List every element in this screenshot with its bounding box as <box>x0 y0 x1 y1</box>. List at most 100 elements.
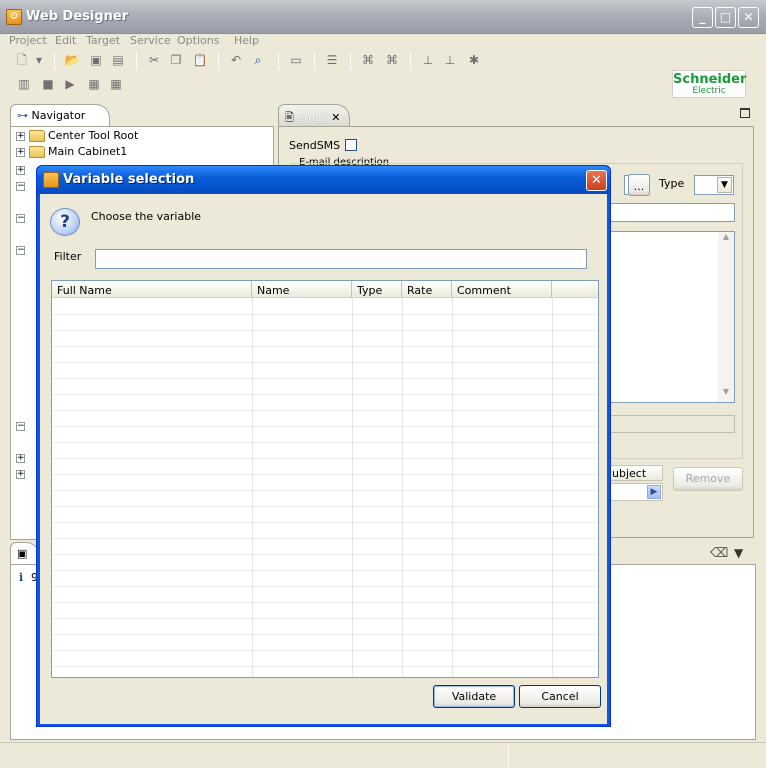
tree-collapse-partial[interactable]: − <box>16 243 29 256</box>
scrollbar[interactable]: ▲ ▼ <box>718 232 734 402</box>
binoculars-icon[interactable]: ⌕ <box>250 52 266 68</box>
chart-icon[interactable]: ▥ <box>16 76 32 92</box>
maximize-view-icon[interactable] <box>740 108 750 118</box>
tab-navigator[interactable]: ⊶ Navigator <box>10 104 110 126</box>
window-icon[interactable]: ▭ <box>288 52 304 68</box>
filter-input[interactable] <box>95 249 587 269</box>
network-alt-icon[interactable]: ⌘ <box>384 52 400 68</box>
status-bar <box>0 742 766 768</box>
type-select[interactable]: ▼ <box>694 175 734 195</box>
table-icon[interactable]: ▦ <box>108 76 124 92</box>
scroll-down-icon[interactable]: ▼ <box>718 387 734 402</box>
question-icon: ? <box>50 208 80 236</box>
scroll-right-icon[interactable]: ▶ <box>647 485 661 499</box>
table-column-line <box>402 298 403 677</box>
table-row-line <box>52 330 598 331</box>
table-row-line <box>52 506 598 507</box>
table-column-line <box>352 298 353 677</box>
attachments-list[interactable]: ▶ <box>609 483 663 501</box>
brand-name: Schneider <box>673 72 747 87</box>
scroll-up-icon[interactable]: ▲ <box>718 232 734 247</box>
filter-label: Filter <box>54 250 82 263</box>
tree-expand-partial[interactable]: + <box>16 163 29 176</box>
save-icon[interactable]: ▣ <box>88 52 104 68</box>
window-title: Web Designer <box>26 9 129 24</box>
open-folder-icon[interactable]: 📂 <box>64 52 80 68</box>
tree-star-icon[interactable]: ✱ <box>466 52 482 68</box>
tree-item[interactable]: + Main Cabinet1 <box>16 145 127 161</box>
table-column-line <box>552 298 553 677</box>
table-row-line <box>52 474 598 475</box>
tab-email[interactable]: 🖹 email ✕ <box>278 104 350 126</box>
dialog-close-button[interactable]: ✕ <box>586 170 607 191</box>
menu-service[interactable]: Service <box>130 34 171 47</box>
chevron-down-icon[interactable]: ▾ <box>34 52 44 68</box>
close-tab-icon[interactable]: ✕ <box>331 111 340 124</box>
minimize-button[interactable]: _ <box>692 7 713 28</box>
clear-console-icon[interactable]: ⌫ <box>710 546 728 561</box>
brand-subname: Electric <box>692 86 726 96</box>
menu-options[interactable]: Options <box>177 34 219 47</box>
tree-icon[interactable]: ⊥ <box>420 52 436 68</box>
title-bar: ⚙ Web Designer _ □ ✕ <box>0 0 766 34</box>
menu-bar: Project Edit Target Service Options Help <box>0 34 766 48</box>
type-label: Type <box>659 177 685 190</box>
menu-target[interactable]: Target <box>86 34 120 47</box>
maximize-button[interactable]: □ <box>715 7 736 28</box>
menu-help[interactable]: Help <box>234 34 259 47</box>
dialog-title: Variable selection <box>63 172 195 187</box>
tree-item[interactable]: + Center Tool Root <box>16 129 138 145</box>
column-comment[interactable]: Comment <box>452 281 552 298</box>
remove-button[interactable]: Remove <box>673 467 743 491</box>
table-row-line <box>52 490 598 491</box>
align-icon[interactable]: ☰ <box>324 52 340 68</box>
cut-icon[interactable]: ✂ <box>146 52 162 68</box>
menu-edit[interactable]: Edit <box>55 34 76 47</box>
network-icon[interactable]: ⌘ <box>360 52 376 68</box>
grid-icon[interactable]: ▦ <box>86 76 102 92</box>
expand-icon[interactable]: + <box>16 147 25 157</box>
body-textarea[interactable]: ▲ ▼ <box>609 231 735 403</box>
table-row-line <box>52 314 598 315</box>
copy-icon[interactable]: ❐ <box>168 52 184 68</box>
brand-logo: Schneider Electric <box>672 70 746 98</box>
table-row-line <box>52 666 598 667</box>
subject-field[interactable] <box>609 203 735 222</box>
expand-icon[interactable]: + <box>16 131 25 141</box>
table-row-line <box>52 634 598 635</box>
tree-expand-partial[interactable]: + <box>16 451 29 464</box>
table-row-line <box>52 442 598 443</box>
table-row-line <box>52 586 598 587</box>
validate-button[interactable]: Validate <box>433 685 515 708</box>
table-column-line <box>452 298 453 677</box>
close-button[interactable]: ✕ <box>738 7 759 28</box>
stop-icon[interactable]: ■ <box>40 76 56 92</box>
save-all-icon[interactable]: ▤ <box>110 52 126 68</box>
folder-icon <box>29 146 45 158</box>
dialog-app-icon <box>43 172 59 188</box>
table-row-line <box>52 522 598 523</box>
view-menu-icon[interactable]: ▼ <box>734 546 743 560</box>
browse-button[interactable]: ... <box>628 174 650 196</box>
readonly-field <box>609 415 735 433</box>
tree-collapse-partial[interactable]: − <box>16 179 29 192</box>
tree-expand-partial[interactable]: + <box>16 467 29 480</box>
tree-down-icon[interactable]: ⊥ <box>442 52 458 68</box>
paste-icon[interactable]: 📋 <box>192 52 208 68</box>
variables-table[interactable]: Full Name Name Type Rate Comment <box>51 280 599 678</box>
column-full-name[interactable]: Full Name <box>52 281 252 298</box>
undo-icon[interactable]: ↶ <box>228 52 244 68</box>
table-row-line <box>52 570 598 571</box>
chevron-down-icon[interactable]: ▼ <box>717 177 732 193</box>
column-name[interactable]: Name <box>252 281 352 298</box>
tree-collapse-partial[interactable]: − <box>16 211 29 224</box>
column-rate[interactable]: Rate <box>402 281 452 298</box>
tree-collapse-partial[interactable]: − <box>16 419 29 432</box>
sendsms-checkbox[interactable] <box>345 139 357 151</box>
new-file-icon[interactable]: 🗋 <box>14 52 30 68</box>
menu-project[interactable]: Project <box>9 34 47 47</box>
subject-column-header[interactable]: ubject <box>609 465 663 481</box>
cancel-button[interactable]: Cancel <box>519 685 601 708</box>
play-icon[interactable]: ▶ <box>62 76 78 92</box>
column-type[interactable]: Type <box>352 281 402 298</box>
